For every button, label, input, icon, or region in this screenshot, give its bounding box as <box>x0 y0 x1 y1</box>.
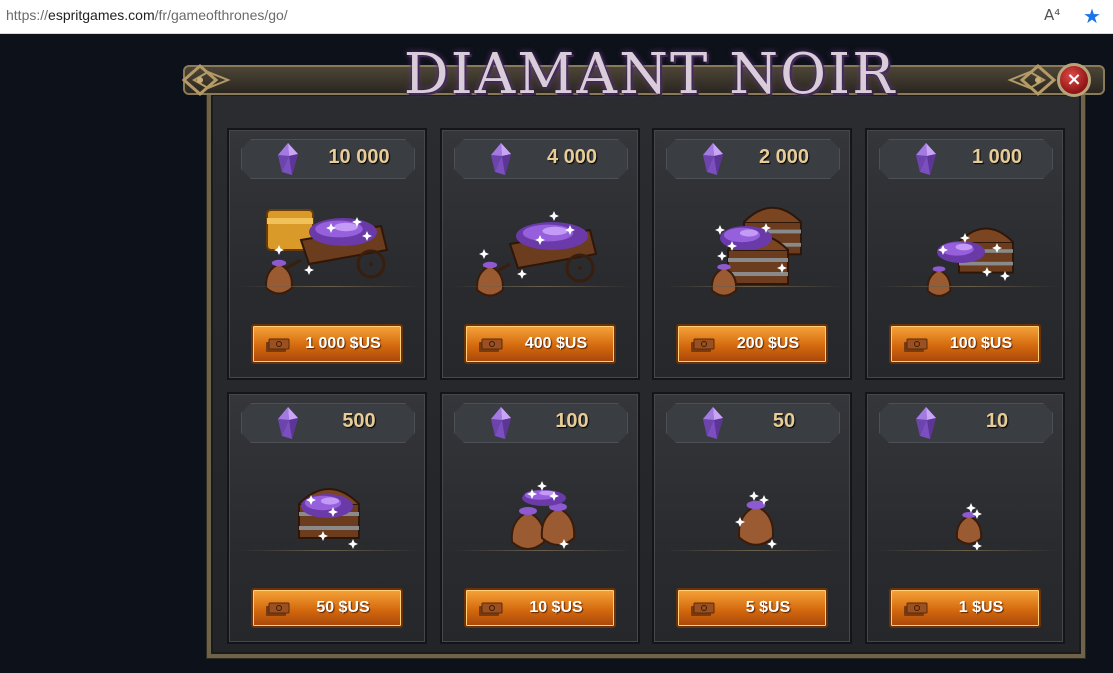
buy-button[interactable]: 10 $US <box>464 588 616 628</box>
url-path: /fr/gameofthrones/go/ <box>154 7 288 23</box>
black-diamond-icon <box>490 142 512 176</box>
diamond-amount: 2 000 <box>758 146 810 168</box>
divider <box>452 550 632 551</box>
divider <box>664 550 844 551</box>
url-host: espritgames.com <box>48 7 155 23</box>
package-card: 10 1 $US <box>865 392 1065 644</box>
url-text[interactable]: https://espritgames.com/fr/gameofthrones… <box>6 7 288 23</box>
package-card: 2 000 200 $US <box>652 128 852 380</box>
amount-header: 2 000 <box>666 139 840 179</box>
diamond-amount: 50 <box>772 410 796 432</box>
buy-button[interactable]: 400 $US <box>464 324 616 364</box>
black-diamond-icon <box>490 406 512 440</box>
cart-with-chest-icon <box>249 188 409 298</box>
small-bag-icon <box>887 452 1047 562</box>
package-card: 10 000 1 000 $US <box>227 128 427 380</box>
chest-with-bag-icon <box>887 188 1047 298</box>
black-diamond-icon <box>915 142 937 176</box>
buy-button[interactable]: 5 $US <box>676 588 828 628</box>
package-card: 1 000 100 $US <box>865 128 1065 380</box>
price-label: 1 $US <box>958 599 1004 616</box>
diamond-amount: 10 000 <box>328 146 390 168</box>
cart-icon <box>462 188 622 298</box>
diamond-amount: 1 000 <box>971 146 1023 168</box>
amount-header: 10 000 <box>241 139 415 179</box>
package-card: 100 10 $US <box>440 392 640 644</box>
divider <box>452 286 632 287</box>
amount-header: 4 000 <box>454 139 628 179</box>
price-label: 200 $US <box>736 335 800 352</box>
black-diamond-icon <box>702 406 724 440</box>
divider <box>239 286 419 287</box>
price-label: 400 $US <box>524 335 588 352</box>
price-label: 5 $US <box>745 599 791 616</box>
buy-button[interactable]: 50 $US <box>251 588 403 628</box>
url-protocol: https:// <box>6 7 49 23</box>
package-card: 50 5 $US <box>652 392 852 644</box>
divider <box>877 550 1057 551</box>
close-button[interactable]: × <box>1057 63 1091 97</box>
package-card: 4 000 400 $US <box>440 128 640 380</box>
diamond-amount: 500 <box>342 410 376 432</box>
black-diamond-icon <box>277 406 299 440</box>
price-label: 100 $US <box>949 335 1013 352</box>
amount-header: 100 <box>454 403 628 443</box>
divider <box>239 550 419 551</box>
diamond-amount: 100 <box>555 410 589 432</box>
black-diamond-icon <box>915 406 937 440</box>
dialog-title: DIAMANT NOIR <box>403 42 897 107</box>
divider <box>877 286 1057 287</box>
buy-button[interactable]: 1 000 $US <box>251 324 403 364</box>
amount-header: 10 <box>879 403 1053 443</box>
chest-stack-icon <box>674 188 834 298</box>
left-ornament-icon <box>181 64 231 96</box>
divider <box>664 286 844 287</box>
read-aloud-icon[interactable]: A⁴ <box>1044 6 1060 24</box>
chest-icon <box>249 452 409 562</box>
favorite-star-icon[interactable]: ★ <box>1083 4 1101 28</box>
price-label: 10 $US <box>529 599 583 616</box>
diamond-amount: 4 000 <box>546 146 598 168</box>
diamond-amount: 10 <box>985 410 1009 432</box>
package-card: 500 50 $US <box>227 392 427 644</box>
buy-button[interactable]: 200 $US <box>676 324 828 364</box>
amount-header: 1 000 <box>879 139 1053 179</box>
bag-icon <box>674 452 834 562</box>
right-ornament-icon <box>1007 64 1057 96</box>
browser-address-bar[interactable]: https://espritgames.com/fr/gameofthrones… <box>0 0 1113 34</box>
black-diamond-icon <box>702 142 724 176</box>
amount-header: 50 <box>666 403 840 443</box>
price-label: 50 $US <box>316 599 370 616</box>
price-label: 1 000 $US <box>305 335 381 352</box>
buy-button[interactable]: 1 $US <box>889 588 1041 628</box>
amount-header: 500 <box>241 403 415 443</box>
bags-icon <box>462 452 622 562</box>
buy-button[interactable]: 100 $US <box>889 324 1041 364</box>
black-diamond-icon <box>277 142 299 176</box>
